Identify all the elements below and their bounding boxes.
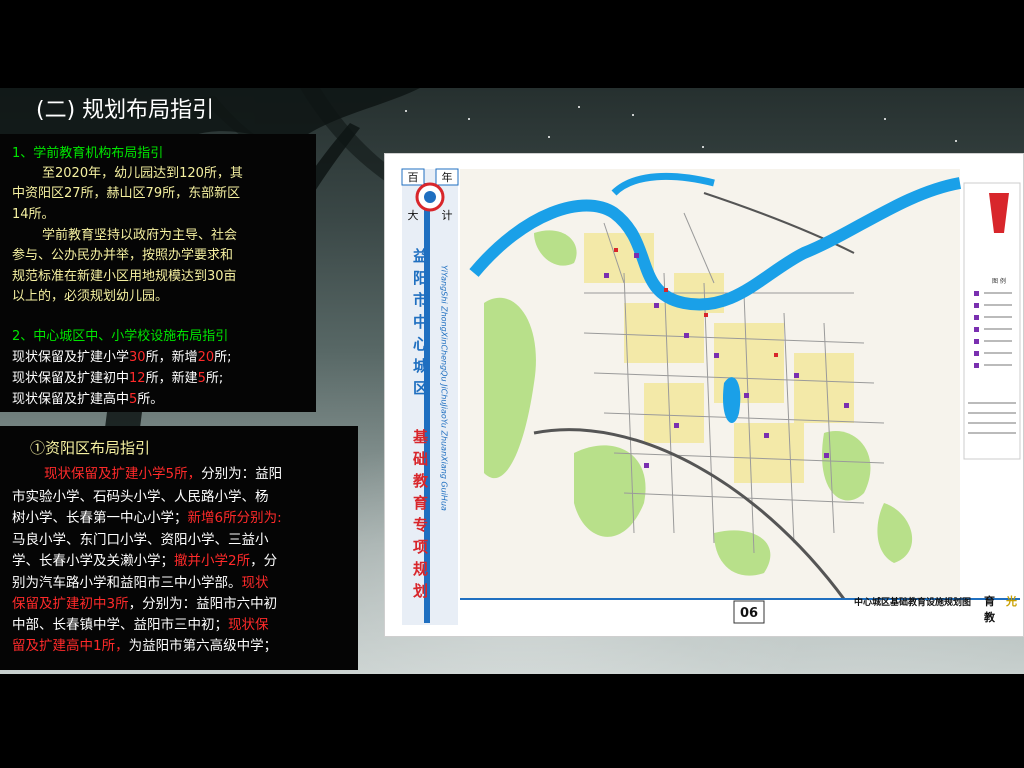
section1-line: 至2020年，幼儿园达到120所，其 [42,166,243,181]
ziyang-line: 学、长春小学及关濑小学；撤并小学2所，分 [12,551,277,572]
section1-line: 参与、公办民办并举，按照办学要求和 [12,248,234,263]
row-text: 现状保留及扩建高中 [12,392,130,407]
section1-line: 以上的，必须规划幼儿园。 [12,289,169,304]
row-text: 所，新增 [145,350,198,365]
highlight-text: 现状保 [228,617,269,633]
corner-char: 教 [983,610,996,624]
ziyang-line: 中部、长春镇中学、益阳市三中初；现状保 [12,615,269,636]
ziyang-line: 现状保留及扩建小学5所，分别为：益阳 [12,464,282,485]
highlight-text: 留及扩建高中1所， [12,638,129,654]
row-number: 20 [197,350,215,365]
body-text: 学、长春小学及关濑小学； [12,553,174,569]
ziyang-line: 保留及扩建初中3所，分别为：益阳市六中初 [12,594,277,615]
row-number: 5 [197,371,206,386]
page-number: 06 [740,606,758,621]
body-text: 树小学、长春第一中心小学； [12,510,188,526]
highlight-text: 现状 [241,575,269,591]
row-number: 30 [129,350,146,365]
highlight-text: 撤并小学2所 [174,553,251,569]
highlight-text: 现状保留及扩建小学5所， [44,466,202,482]
row-text: 所，新建 [145,371,198,386]
ziyang-line: 市实验小学、石码头小学、人民路小学、杨 [12,489,269,505]
row-text: 所。 [137,392,164,407]
side-char: 年 [442,170,453,184]
map-legend [963,182,1021,460]
ziyang-line: 树小学、长春第一中心小学；新增6所分别为: [12,508,282,529]
vertical-title-red: 基础教育专项规划 [411,428,429,605]
map-caption: 中心城区基础教育设施规划图 [854,596,971,608]
body-text: ，分别为：益阳市六中初 [128,596,278,612]
ziyang-heading: ①资阳区布局指引 [30,439,151,457]
row-text: 现状保留及扩建小学 [12,350,130,365]
section2-row: 现状保留及扩建小学30所，新增20所; [12,348,232,369]
section1-line: 14所。 [12,207,55,222]
vertical-title-blue: 益阳市中心城区 [411,247,429,402]
section2-heading: 2、中心城区中、小学校设施布局指引 [12,329,229,344]
side-char: 大 [408,208,419,222]
section1-line: 中资阳区27所，赫山区79所，东部新区 [12,186,241,201]
planning-map-frame: 百 年 大 计 益阳市中心城区 基础教育专项规划 YiYangShi Zhong… [383,152,1024,638]
corner-char: 育 [984,594,995,608]
row-text: 现状保留及扩建初中 [12,371,130,386]
ziyang-line: 留及扩建高中1所，为益阳市第六高级中学； [12,636,277,657]
section1-line: 规范标准在新建小区用地规模达到30亩 [12,269,237,284]
body-text: 分别为：益阳 [201,466,283,482]
row-text: 所; [205,371,224,386]
section1-heading: 1、学前教育机构布局指引 [12,146,164,161]
section2-row: 现状保留及扩建初中12所，新建5所; [12,369,223,390]
slide-title: (二) 规划布局指引 [36,98,215,123]
body-text: ，分 [250,553,278,569]
body-text: 为益阳市第六高级中学； [128,638,278,654]
section1-line: 学前教育坚持以政府为主导、社会 [42,228,238,243]
highlight-text: 保留及扩建初中3所 [12,596,129,612]
ziyang-line: 马良小学、东门口小学、资阳小学、三益小 [12,532,269,548]
pinyin-title: YiYangShi ZhongXinChengQu JiChuJiaoYu Zh… [440,265,449,511]
corner-char: 光 [1005,594,1017,608]
row-number: 12 [129,371,146,386]
section2-row: 现状保留及扩建高中5所。 [12,390,163,411]
highlight-text: 新增6所分别为: [187,510,282,526]
ziyang-line: 别为汽车路小学和益阳市三中小学部。现状 [12,573,269,594]
side-char: 计 [442,209,453,222]
row-text: 所; [214,350,232,365]
logo-icon-core [424,191,436,203]
planning-map: 百 年 大 计 益阳市中心城区 基础教育专项规划 YiYangShi Zhong… [383,152,1024,638]
legend-title: 图 例 [992,277,1006,285]
side-char: 百 [408,171,419,184]
body-text: 别为汽车路小学和益阳市三中小学部。 [12,575,242,591]
body-text: 中部、长春镇中学、益阳市三中初； [12,617,228,633]
lake [722,377,741,423]
